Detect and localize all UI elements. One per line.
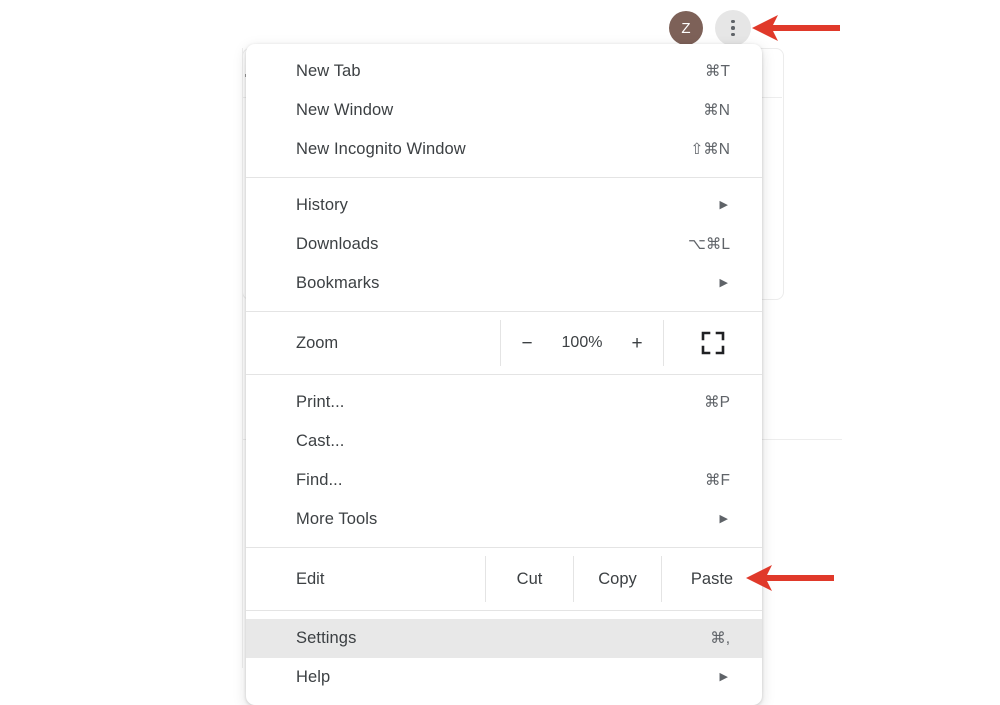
menu-item-label: More Tools xyxy=(296,510,378,529)
menu-item-shortcut: ⌘P xyxy=(704,393,730,411)
annotation-arrow-to-kebab xyxy=(752,15,840,41)
menu-item-print[interactable]: Print... ⌘P xyxy=(246,383,762,422)
edit-cut-button[interactable]: Cut xyxy=(485,556,573,602)
menu-separator xyxy=(246,547,762,548)
zoom-controls: − 100% + xyxy=(500,320,663,366)
fullscreen-icon xyxy=(701,331,725,355)
kebab-dot-icon xyxy=(731,19,735,24)
chevron-right-icon: ▶ xyxy=(719,277,728,289)
menu-item-shortcut: ⌘N xyxy=(703,101,730,119)
chevron-right-icon: ▶ xyxy=(719,199,728,211)
menu-section-new: New Tab ⌘T New Window ⌘N New Incognito W… xyxy=(246,52,762,169)
backdrop-edge xyxy=(242,48,243,668)
menu-item-shortcut: ⌘, xyxy=(710,629,730,647)
menu-section-browsing: History ▶ Downloads ⌥⌘L Bookmarks ▶ xyxy=(246,186,762,303)
menu-item-help[interactable]: Help ▶ xyxy=(246,658,762,697)
chrome-main-menu: New Tab ⌘T New Window ⌘N New Incognito W… xyxy=(246,44,762,705)
menu-item-downloads[interactable]: Downloads ⌥⌘L xyxy=(246,225,762,264)
menu-separator xyxy=(246,311,762,312)
menu-item-label: History xyxy=(296,196,349,215)
edit-label: Edit xyxy=(296,569,325,588)
annotation-arrow-to-settings xyxy=(746,565,834,591)
menu-item-label: Find... xyxy=(296,471,343,490)
menu-item-shortcut: ⇧⌘N xyxy=(690,140,730,158)
menu-section-settings: Settings ⌘, Help ▶ xyxy=(246,619,762,697)
menu-item-label: Downloads xyxy=(296,235,379,254)
menu-item-label: Help xyxy=(296,668,331,687)
menu-item-label: Print... xyxy=(296,393,345,412)
menu-item-shortcut: ⌘T xyxy=(705,62,730,80)
menu-item-new-tab[interactable]: New Tab ⌘T xyxy=(246,52,762,91)
menu-item-label: Settings xyxy=(296,629,357,648)
chevron-right-icon: ▶ xyxy=(719,513,728,525)
menu-item-label: New Window xyxy=(296,101,394,120)
menu-item-shortcut: ⌥⌘L xyxy=(688,235,730,253)
menu-item-label: New Incognito Window xyxy=(296,140,466,159)
zoom-label: Zoom xyxy=(296,333,339,352)
menu-item-history[interactable]: History ▶ xyxy=(246,186,762,225)
menu-separator xyxy=(246,177,762,178)
menu-item-find[interactable]: Find... ⌘F xyxy=(246,461,762,500)
menu-item-label: New Tab xyxy=(296,62,361,81)
menu-separator xyxy=(246,374,762,375)
menu-item-new-incognito-window[interactable]: New Incognito Window ⇧⌘N xyxy=(246,130,762,169)
menu-item-bookmarks[interactable]: Bookmarks ▶ xyxy=(246,264,762,303)
settings-menu-item[interactable]: Settings ⌘, xyxy=(246,619,762,658)
zoom-level-value: 100% xyxy=(561,334,603,351)
edit-copy-button[interactable]: Copy xyxy=(573,556,661,602)
menu-section-tools: Print... ⌘P Cast... Find... ⌘F More Tool… xyxy=(246,383,762,539)
menu-item-label: Cast... xyxy=(296,432,345,451)
zoom-out-button[interactable]: − xyxy=(518,334,536,353)
kebab-dot-icon xyxy=(731,32,735,37)
menu-separator xyxy=(246,610,762,611)
menu-item-shortcut: ⌘F xyxy=(705,471,730,489)
kebab-menu-button[interactable] xyxy=(715,10,751,46)
menu-row-edit: Edit Cut Copy Paste xyxy=(246,556,762,602)
menu-item-label: Bookmarks xyxy=(296,274,380,293)
avatar[interactable]: Z xyxy=(669,11,703,45)
zoom-in-button[interactable]: + xyxy=(628,334,646,353)
menu-item-more-tools[interactable]: More Tools ▶ xyxy=(246,500,762,539)
menu-item-new-window[interactable]: New Window ⌘N xyxy=(246,91,762,130)
avatar-initial: Z xyxy=(681,19,691,37)
chevron-right-icon: ▶ xyxy=(719,671,728,683)
menu-item-cast[interactable]: Cast... xyxy=(246,422,762,461)
kebab-dot-icon xyxy=(731,26,735,30)
fullscreen-button[interactable] xyxy=(663,320,762,366)
menu-row-zoom: Zoom − 100% + xyxy=(246,320,762,366)
